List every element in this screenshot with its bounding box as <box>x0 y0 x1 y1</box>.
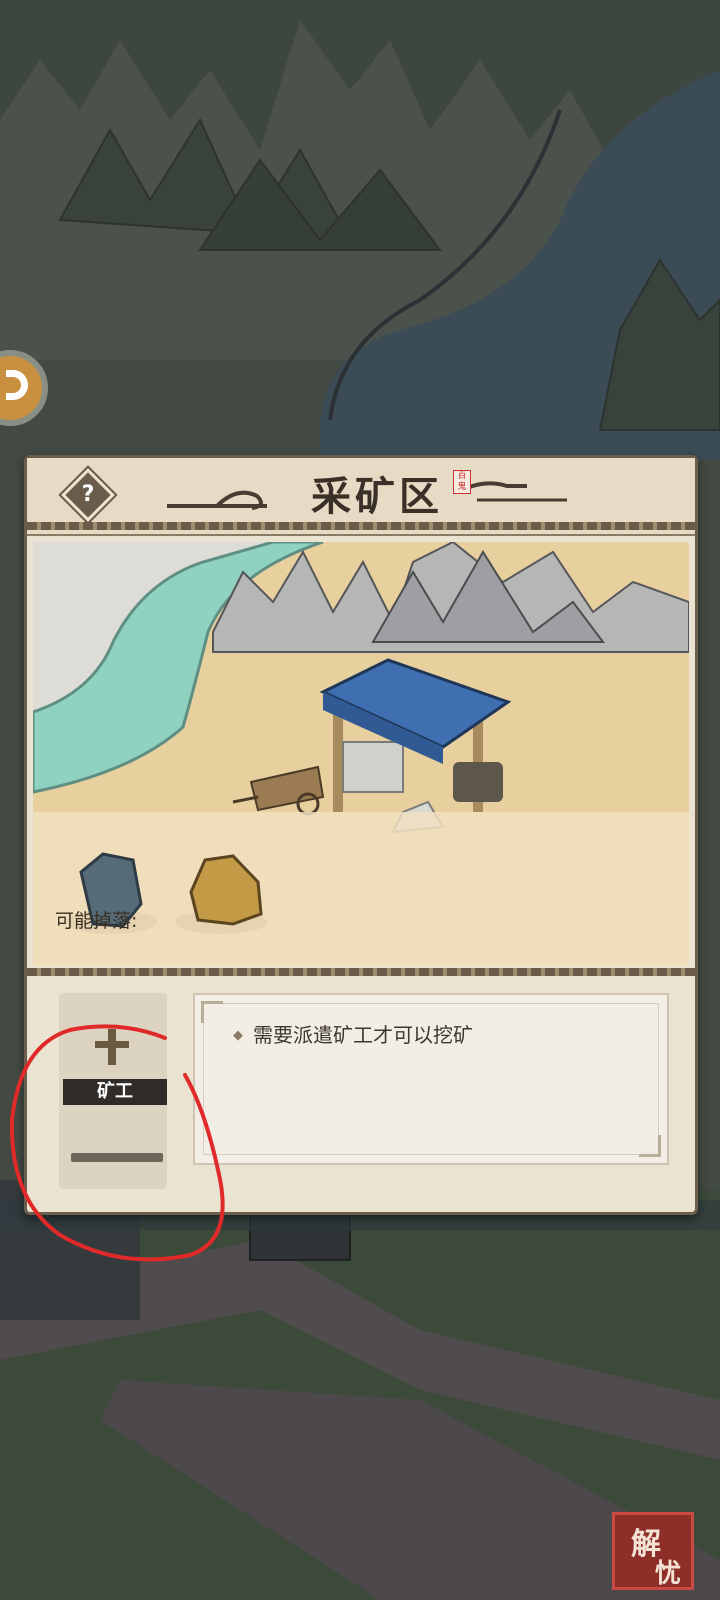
corner-ornament <box>639 1135 661 1157</box>
mining-area-panel: ? 采矿区 可能掉落: 矿工 ◆ 需要派遣矿工才可以挖矿 <box>24 455 698 1215</box>
worker-progress-bar <box>71 1153 163 1162</box>
refresh-arrow-icon <box>6 370 28 400</box>
mine-scene: 可能掉落: <box>33 542 689 966</box>
bullet-diamond-icon: ◆ <box>233 1028 243 1043</box>
requirement-text: ◆ 需要派遣矿工才可以挖矿 <box>233 1023 473 1047</box>
question-mark-icon: ? <box>81 482 95 507</box>
help-button[interactable]: ? <box>58 465 118 525</box>
seal-button[interactable]: 解 忧 <box>612 1512 694 1590</box>
title-seal-stamp: 百鬼 <box>453 470 471 494</box>
seal-char-bottom: 忧 <box>655 1559 682 1589</box>
mine-illustration <box>33 542 689 966</box>
corner-ornament <box>201 1001 223 1023</box>
page-title: 采矿区 <box>311 473 443 520</box>
rope-divider <box>27 968 695 976</box>
worker-slot[interactable]: 矿工 <box>59 993 167 1189</box>
description-box: ◆ 需要派遣矿工才可以挖矿 <box>193 993 669 1165</box>
worker-label: 矿工 <box>63 1079 167 1105</box>
possible-drops-label: 可能掉落: <box>55 910 138 932</box>
rope-divider <box>27 522 695 530</box>
